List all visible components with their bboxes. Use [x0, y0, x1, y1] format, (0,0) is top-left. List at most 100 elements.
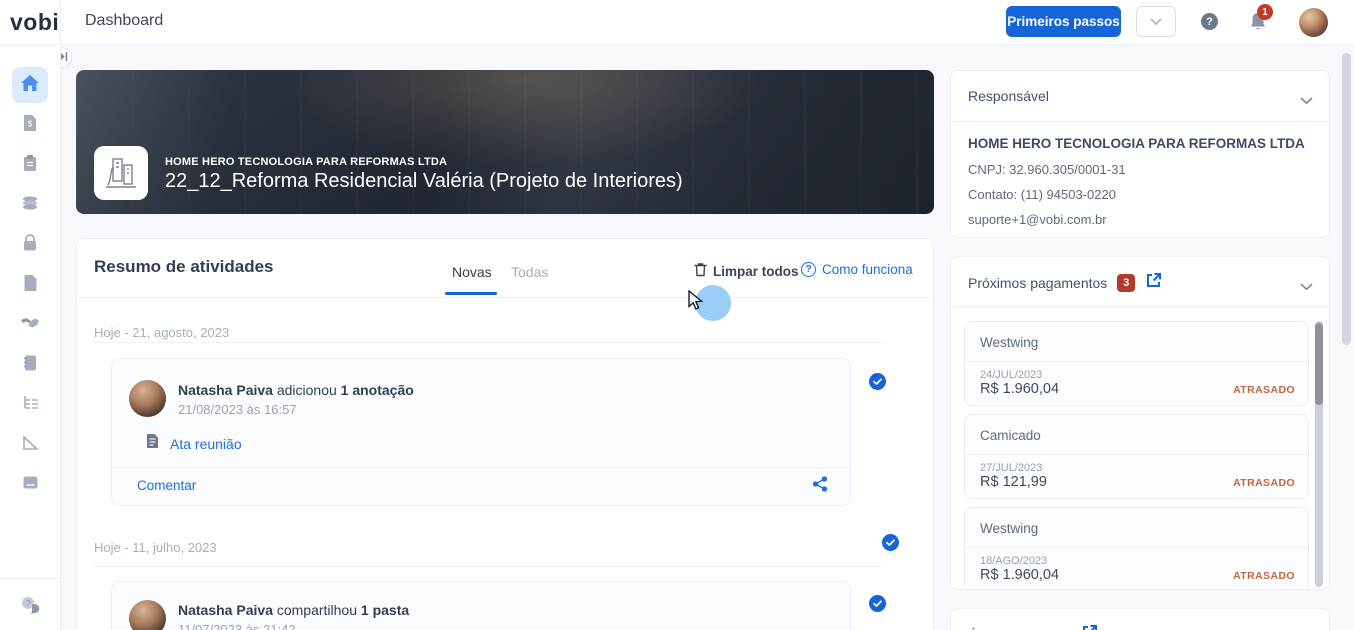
date-group-label: Hoje - 11, julho, 2023 — [94, 540, 217, 555]
library-book-icon — [22, 475, 39, 495]
payment-divider — [965, 361, 1308, 362]
ruler-measure-icon — [22, 434, 39, 456]
activity-item[interactable]: Natasha Paiva compartilhou 1 pasta 11/07… — [111, 581, 851, 630]
payment-status-badge: ATRASADO — [1233, 384, 1295, 396]
payments-card: Próximos pagamentos 3 Westwing 24/JUL/20… — [950, 256, 1330, 590]
activity-timestamp: 21/08/2023 às 16:57 — [178, 402, 297, 417]
activity-object: 1 pasta — [360, 602, 410, 618]
external-link-icon[interactable] — [1145, 272, 1162, 294]
attachment-link[interactable]: Ata reunião — [146, 433, 242, 454]
sidebar-expand-button[interactable] — [61, 47, 72, 68]
how-it-works-label: Como funciona — [822, 262, 913, 277]
svg-text:?: ? — [26, 599, 31, 608]
purchases-bag-icon — [22, 233, 38, 257]
handshake-crm-icon — [20, 316, 40, 335]
project-company: HOME HERO TECNOLOGIA PARA REFORMAS LTDA — [165, 156, 448, 168]
payments-list: Westwing 24/JUL/2023 R$ 1.960,04 ATRASAD… — [964, 321, 1309, 587]
sidebar-item-crm[interactable] — [12, 307, 48, 343]
responsible-card: Responsável HOME HERO TECNOLOGIA PARA RE… — [950, 70, 1330, 238]
sidebar-item-notebook[interactable] — [12, 347, 48, 383]
tab-novas[interactable]: Novas — [452, 264, 492, 280]
activities-title: Resumo de atividades — [94, 257, 274, 276]
help-icon[interactable]: ? — [1201, 13, 1218, 30]
clear-all-button[interactable]: Limpar todos — [694, 262, 799, 280]
comment-button[interactable]: Comentar — [137, 478, 196, 493]
mark-read-check-icon[interactable] — [882, 534, 899, 551]
schedule-tree-icon — [22, 395, 39, 416]
files-icon — [23, 274, 38, 297]
payment-date: 27/JUL/2023 — [980, 462, 1043, 474]
payment-divider — [965, 454, 1308, 455]
notifications-button[interactable]: 1 — [1248, 4, 1273, 35]
mouse-cursor — [688, 289, 704, 316]
sidebar-item-support[interactable]: ? — [12, 589, 48, 625]
sidebar-nav: $ ? — [0, 45, 61, 630]
sidebar-item-tasks[interactable] — [12, 147, 48, 183]
payment-status-badge: ATRASADO — [1233, 477, 1295, 489]
chevron-down-icon — [1300, 92, 1313, 110]
payment-vendor: Westwing — [980, 521, 1039, 536]
sidebar-item-finance[interactable] — [12, 187, 48, 223]
files-header[interactable]: Últimos arquivos — [968, 624, 1098, 630]
responsible-header[interactable]: Responsável — [951, 71, 1329, 122]
payment-item[interactable]: Westwing 18/AGO/2023 R$ 1.960,04 ATRASAD… — [964, 507, 1309, 587]
header-dropdown-button[interactable] — [1136, 6, 1176, 37]
share-icon[interactable] — [812, 476, 828, 497]
sidebar-item-home[interactable] — [12, 67, 48, 103]
notebook-icon — [22, 354, 38, 377]
notification-badge: 1 — [1257, 4, 1273, 20]
activities-card: Resumo de atividades Novas Todas Limpar … — [76, 238, 934, 630]
payment-item[interactable]: Camicado 27/JUL/2023 R$ 121,99 ATRASADO — [964, 414, 1309, 499]
activity-timestamp: 11/07/2023 às 21:42 — [178, 622, 296, 630]
vobi-logo[interactable]: vobi — [10, 9, 59, 36]
files-card: Últimos arquivos — [950, 608, 1330, 630]
payments-scrollbar-thumb[interactable] — [1315, 323, 1323, 405]
coins-finance-icon — [21, 195, 39, 216]
sidebar-item-files[interactable] — [12, 267, 48, 303]
activity-action: compartilhou — [276, 602, 357, 618]
activity-item[interactable]: Natasha Paiva adicionou 1 anotação 21/08… — [111, 358, 851, 506]
mark-read-check-icon[interactable] — [869, 373, 886, 390]
page-scrollbar-thumb[interactable] — [1342, 53, 1351, 345]
active-tab-underline — [445, 292, 497, 295]
support-chat-icon: ? — [19, 596, 41, 619]
payments-scrollbar-track[interactable] — [1315, 321, 1323, 587]
activity-user: Natasha Paiva — [178, 382, 273, 398]
external-link-icon[interactable] — [1081, 624, 1098, 630]
top-bar: vobi Dashboard Primeiros passos ? 1 — [0, 0, 1354, 45]
sidebar-item-budget[interactable]: $ — [12, 107, 48, 143]
activity-text: Natasha Paiva adicionou 1 anotação — [178, 382, 414, 398]
card-header-divider — [951, 121, 1329, 122]
responsible-title: Responsável — [968, 88, 1049, 104]
user-avatar[interactable] — [1299, 8, 1328, 37]
payment-item[interactable]: Westwing 24/JUL/2023 R$ 1.960,04 ATRASAD… — [964, 321, 1309, 406]
activity-user: Natasha Paiva — [178, 602, 273, 618]
mark-read-check-icon[interactable] — [869, 595, 886, 612]
attachment-label: Ata reunião — [170, 435, 242, 452]
how-it-works-link[interactable]: ? Como funciona — [801, 262, 913, 277]
sidebar-item-library[interactable] — [12, 467, 48, 503]
chevron-down-icon — [1300, 278, 1313, 296]
responsible-company: HOME HERO TECNOLOGIA PARA REFORMAS LTDA — [968, 136, 1305, 151]
payments-count-badge: 3 — [1117, 274, 1136, 292]
clipboard-tasks-icon — [22, 154, 38, 177]
sidebar-divider — [0, 578, 60, 579]
payments-header[interactable]: Próximos pagamentos 3 — [968, 272, 1162, 294]
date-group-label: Hoje - 21, agosto, 2023 — [94, 325, 230, 340]
activity-text: Natasha Paiva compartilhou 1 pasta — [178, 602, 409, 618]
card-header-divider — [951, 307, 1329, 308]
sidebar-item-measurements[interactable] — [12, 427, 48, 463]
payment-vendor: Camicado — [980, 428, 1041, 443]
activity-action: adicionou — [276, 382, 337, 398]
user-avatar — [129, 380, 166, 417]
payment-date: 24/JUL/2023 — [980, 369, 1043, 381]
sidebar-item-purchases[interactable] — [12, 227, 48, 263]
tab-todas[interactable]: Todas — [511, 264, 548, 280]
sidebar-item-schedule[interactable] — [12, 387, 48, 423]
trash-icon — [694, 262, 707, 280]
responsible-cnpj: CNPJ: 32.960.305/0001-31 — [968, 162, 1126, 177]
primeiros-passos-button[interactable]: Primeiros passos — [1006, 6, 1121, 37]
payment-amount: R$ 1.960,04 — [980, 381, 1060, 397]
project-banner[interactable]: HOME HERO TECNOLOGIA PARA REFORMAS LTDA … — [76, 70, 934, 214]
payment-amount: R$ 121,99 — [980, 474, 1047, 490]
